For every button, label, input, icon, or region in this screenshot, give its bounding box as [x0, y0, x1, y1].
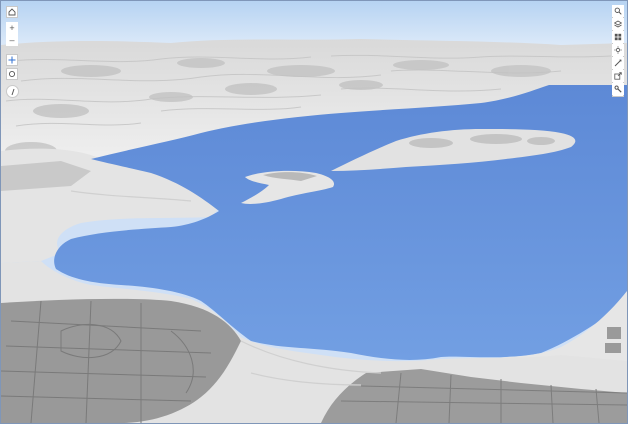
- basemap-button[interactable]: [612, 31, 624, 43]
- search-button[interactable]: [612, 5, 624, 17]
- minus-icon: –: [9, 34, 15, 45]
- zoom-out-button[interactable]: –: [6, 34, 18, 46]
- home-icon: [8, 8, 16, 16]
- zoom-in-button[interactable]: +: [6, 22, 18, 34]
- layers-icon: [614, 20, 622, 28]
- navigate-pan-button[interactable]: [6, 54, 18, 66]
- layers-button[interactable]: [612, 18, 624, 30]
- search-icon: [614, 7, 622, 15]
- compass-icon: [11, 88, 14, 95]
- daylight-icon: [614, 46, 622, 54]
- measure-icon: [614, 59, 622, 67]
- home-button[interactable]: [6, 6, 18, 18]
- right-toolbar: [612, 5, 624, 97]
- settings-button[interactable]: [612, 83, 624, 95]
- rotate-button[interactable]: [6, 68, 18, 80]
- rotate-icon: [8, 70, 16, 78]
- plus-icon: +: [9, 22, 15, 33]
- share-button[interactable]: [612, 70, 624, 82]
- scene-3d-view[interactable]: [1, 1, 627, 423]
- daylight-button[interactable]: [612, 44, 624, 56]
- basemap-grid-icon: [614, 33, 622, 41]
- wrench-icon: [614, 85, 622, 93]
- measure-button[interactable]: [612, 57, 624, 69]
- zoom-control: + –: [6, 22, 18, 46]
- map-viewport[interactable]: + –: [0, 0, 628, 424]
- pan-icon: [8, 56, 16, 64]
- share-icon: [614, 72, 622, 80]
- compass-button[interactable]: [6, 85, 19, 98]
